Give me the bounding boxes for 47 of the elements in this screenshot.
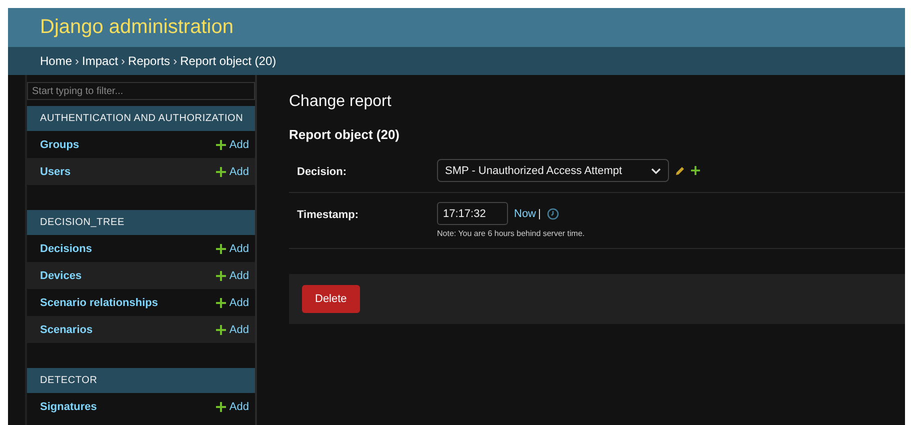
field-label: Timestamp: xyxy=(297,208,360,223)
plus-icon xyxy=(216,324,226,334)
model-link[interactable]: Groups xyxy=(40,138,80,150)
pencil-icon[interactable] xyxy=(675,166,685,176)
breadcrumb-separator: › xyxy=(173,54,178,68)
model-link[interactable]: Decisions xyxy=(40,242,92,254)
model-link[interactable]: Scenarios xyxy=(40,324,93,336)
chevron-down-icon xyxy=(651,168,661,174)
add-link[interactable]: Add xyxy=(216,166,249,178)
delete-button[interactable]: Delete xyxy=(302,285,360,313)
plus-icon xyxy=(216,140,226,150)
module-header: DETECTOR xyxy=(27,368,255,393)
now-link[interactable]: Now xyxy=(514,208,536,220)
add-link[interactable]: Add xyxy=(216,400,249,412)
add-link[interactable]: Add xyxy=(216,242,249,254)
breadcrumb-separator: › xyxy=(121,54,126,68)
object-heading: Report object (20) xyxy=(289,127,401,142)
plus-icon[interactable] xyxy=(691,166,700,175)
plus-icon xyxy=(216,298,226,308)
breadcrumb-link[interactable]: Reports xyxy=(128,54,170,68)
add-link[interactable]: Add xyxy=(216,270,249,282)
model-link[interactable]: Devices xyxy=(40,270,82,282)
breadcrumb-current: Report object (20) xyxy=(180,54,276,68)
model-link[interactable]: Users xyxy=(40,166,71,178)
add-link[interactable]: Add xyxy=(216,138,249,150)
site-title[interactable]: Django administration xyxy=(40,16,234,39)
breadcrumb-separator: › xyxy=(75,54,80,68)
help-note: Note: You are 6 hours behind server time. xyxy=(437,229,585,238)
add-link[interactable]: Add xyxy=(216,296,249,308)
plus-icon xyxy=(216,244,226,254)
decision-select[interactable]: SMP - Unauthorized Access Attempt xyxy=(437,159,669,182)
clock-icon[interactable] xyxy=(546,208,559,220)
module-header: DECISION_TREE xyxy=(27,210,255,235)
plus-icon xyxy=(216,270,226,280)
separator-text: | xyxy=(538,208,541,220)
field-label: Decision: xyxy=(297,165,348,180)
filter-field[interactable]: Start typing to filter... xyxy=(27,82,255,100)
add-link[interactable]: Add xyxy=(216,324,249,336)
breadcrumb-link[interactable]: Impact xyxy=(82,54,118,68)
plus-icon xyxy=(216,402,226,412)
plus-icon xyxy=(216,166,226,176)
time-field[interactable]: 17:17:32 xyxy=(437,202,508,225)
module-header: AUTHENTICATION AND AUTHORIZATION xyxy=(27,106,255,131)
page-heading: Change report xyxy=(289,93,392,111)
model-link[interactable]: Scenario relationships xyxy=(40,296,158,308)
breadcrumb-link[interactable]: Home xyxy=(40,54,72,68)
model-link[interactable]: Signatures xyxy=(40,400,97,412)
